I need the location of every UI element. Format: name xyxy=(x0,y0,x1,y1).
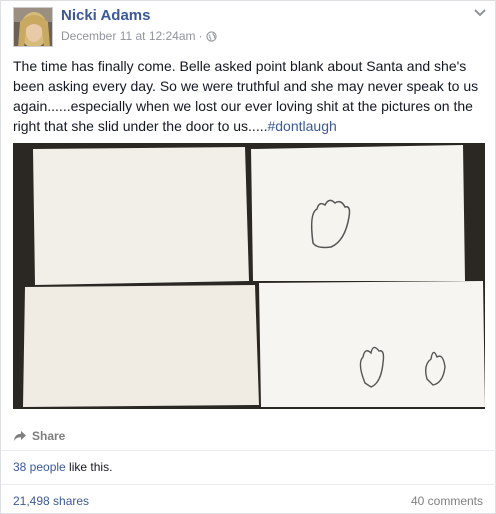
likes-count-link[interactable]: 38 people xyxy=(13,460,66,474)
post-text: The time has finally come. Belle asked p… xyxy=(13,56,487,136)
note-top-right xyxy=(251,145,465,281)
shares-count-link[interactable]: 21,498 shares xyxy=(13,494,89,508)
meta-separator: · xyxy=(198,29,203,43)
chevron-down-icon[interactable] xyxy=(473,7,487,19)
avatar[interactable] xyxy=(13,7,53,47)
post-timestamp[interactable]: December 11 at 12:24am xyxy=(61,29,196,43)
post-header: Nicki Adams December 11 at 12:24am · xyxy=(13,7,487,47)
hashtag-link[interactable]: #dontlaugh xyxy=(267,118,336,134)
divider xyxy=(1,450,496,451)
note-bottom-left: Nothing will make meFeel better u lied t… xyxy=(23,285,259,407)
globe-icon xyxy=(205,30,217,42)
likes-summary: 38 people like this. xyxy=(13,460,112,474)
facebook-post: Nicki Adams December 11 at 12:24am · The… xyxy=(0,0,496,514)
post-photo[interactable]: You have no idea what youJust did. I Rea… xyxy=(13,143,485,409)
share-arrow-icon xyxy=(14,431,26,441)
post-text-main: The time has finally come. Belle asked p… xyxy=(13,58,479,134)
comments-count-link[interactable]: 40 comments xyxy=(411,494,483,508)
photo-image: You have no idea what youJust did. I Rea… xyxy=(13,143,485,409)
post-meta: December 11 at 12:24am · xyxy=(61,29,217,43)
share-label: Share xyxy=(32,429,66,443)
share-button[interactable]: Share xyxy=(13,427,65,445)
note-top-left: You have no idea what youJust did. I Rea… xyxy=(33,147,249,285)
author-name[interactable]: Nicki Adams xyxy=(61,7,150,24)
note-bottom-right: #middlefingeremoji xyxy=(259,281,485,407)
divider xyxy=(1,484,496,485)
likes-suffix: like this. xyxy=(65,460,113,474)
